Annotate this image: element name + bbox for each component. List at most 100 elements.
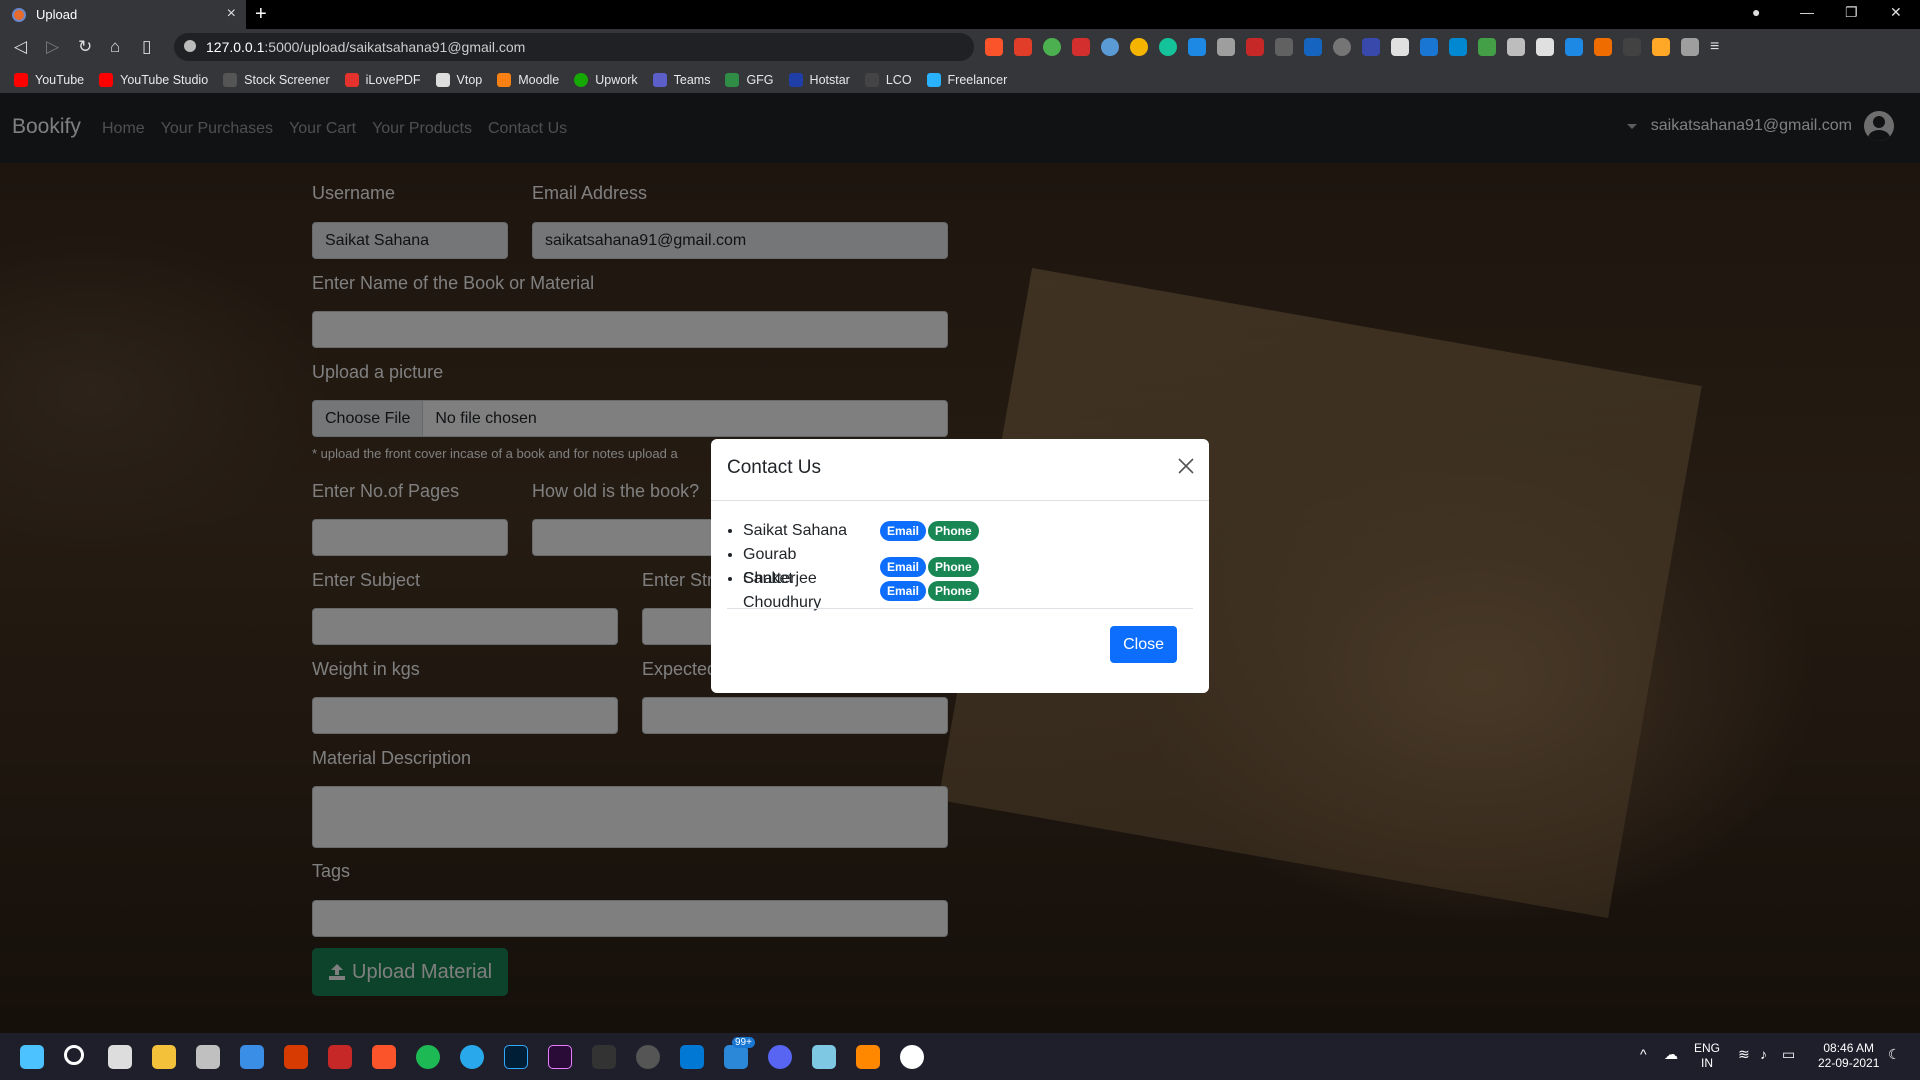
bookmark-youtube-studio[interactable]: YouTube Studio bbox=[99, 72, 208, 87]
onedrive-icon[interactable]: ☁ bbox=[1664, 1047, 1678, 1062]
mail-app-icon[interactable] bbox=[724, 1045, 748, 1069]
extension-icon[interactable] bbox=[1246, 38, 1264, 56]
email-badge[interactable]: Email bbox=[880, 521, 927, 541]
extension-icon[interactable] bbox=[1507, 38, 1525, 56]
extension-icon[interactable] bbox=[1362, 38, 1380, 56]
minimize-icon[interactable]: — bbox=[1800, 4, 1814, 20]
tab-upload[interactable]: Upload × bbox=[0, 0, 246, 29]
task-view-icon[interactable] bbox=[108, 1045, 132, 1069]
bookmark-youtube[interactable]: YouTube bbox=[14, 72, 84, 87]
phone-badge[interactable]: Phone bbox=[928, 521, 979, 541]
extension-icon[interactable] bbox=[1188, 38, 1206, 56]
extension-icon[interactable] bbox=[1217, 38, 1235, 56]
search-icon[interactable] bbox=[64, 1045, 84, 1065]
extension-icon[interactable] bbox=[1478, 38, 1496, 56]
spotify-icon[interactable] bbox=[416, 1045, 440, 1069]
bookmark-teams[interactable]: Teams bbox=[652, 72, 710, 87]
home-icon[interactable]: ⌂ bbox=[110, 37, 120, 57]
bookmark-upwork[interactable]: Upwork bbox=[574, 72, 638, 87]
bookmark-ilovepdf[interactable]: iLovePDF bbox=[344, 72, 421, 87]
bookmark-lco[interactable]: LCO bbox=[864, 72, 912, 87]
chevron-up-icon[interactable]: ^ bbox=[1640, 1047, 1647, 1062]
puzzle-icon[interactable] bbox=[1681, 38, 1699, 56]
extension-icon[interactable] bbox=[1623, 38, 1641, 56]
battery-icon[interactable]: ▭ bbox=[1782, 1047, 1795, 1062]
extension-icon[interactable] bbox=[1449, 38, 1467, 56]
obs-icon[interactable] bbox=[636, 1045, 660, 1069]
calculator-icon[interactable] bbox=[196, 1045, 220, 1069]
bookmark-vtop[interactable]: Vtop bbox=[435, 72, 482, 87]
bookmark-moodle[interactable]: Moodle bbox=[497, 72, 559, 87]
list-item: Gourab Chatterjee Email Phone bbox=[743, 543, 979, 587]
hotstar-icon bbox=[788, 72, 803, 87]
extension-icon[interactable] bbox=[1304, 38, 1322, 56]
app-icon[interactable] bbox=[328, 1045, 352, 1069]
bookmark-gfg[interactable]: GFG bbox=[725, 72, 774, 87]
wifi-icon[interactable]: ≋ bbox=[1738, 1047, 1750, 1062]
phone-badge[interactable]: Phone bbox=[928, 581, 979, 601]
brave-shield-icon[interactable] bbox=[985, 38, 1003, 56]
extension-icon[interactable] bbox=[1043, 38, 1061, 56]
extension-icon[interactable] bbox=[1072, 38, 1090, 56]
close-icon[interactable] bbox=[1177, 457, 1195, 475]
restore-icon[interactable]: ❐ bbox=[1845, 4, 1858, 21]
app-icon[interactable] bbox=[812, 1045, 836, 1069]
powerpoint-icon[interactable] bbox=[284, 1045, 308, 1069]
grammarly-icon[interactable] bbox=[1159, 38, 1177, 56]
gfg-icon bbox=[725, 72, 740, 87]
bookmark-hotstar[interactable]: Hotstar bbox=[788, 72, 850, 87]
app-icon[interactable] bbox=[900, 1045, 924, 1069]
brave-rewards-icon[interactable] bbox=[1014, 38, 1032, 56]
volume-icon[interactable]: ♪ bbox=[1760, 1047, 1767, 1062]
reload-icon[interactable]: ↻ bbox=[78, 37, 92, 57]
bookmark-stock-screener[interactable]: Stock Screener bbox=[223, 72, 330, 87]
extension-icon[interactable] bbox=[1101, 38, 1119, 56]
extension-icon[interactable] bbox=[1275, 38, 1293, 56]
list-item: Saikat Sahana Email Phone bbox=[743, 519, 979, 543]
extension-icon[interactable] bbox=[1420, 38, 1438, 56]
url-path: :5000/upload/saikatsahana91@gmail.com bbox=[264, 39, 526, 55]
telegram-icon[interactable] bbox=[460, 1045, 484, 1069]
back-icon[interactable]: ◁ bbox=[14, 37, 27, 57]
extension-icon[interactable] bbox=[1594, 38, 1612, 56]
file-explorer-icon[interactable] bbox=[152, 1045, 176, 1069]
clock[interactable]: 08:46 AM 22-09-2021 bbox=[1818, 1041, 1879, 1071]
contact-name: Saikat Sahana bbox=[743, 522, 848, 539]
contact-us-modal: Contact Us Saikat Sahana Email Phone Gou… bbox=[711, 439, 1209, 693]
premiere-icon[interactable] bbox=[548, 1045, 572, 1069]
forward-icon[interactable]: ▷ bbox=[46, 37, 59, 57]
tab-close-icon[interactable]: × bbox=[227, 5, 236, 23]
list-item: Sanket Choudhury Email Phone bbox=[743, 567, 979, 611]
lco-icon bbox=[864, 72, 879, 87]
brave-icon[interactable] bbox=[372, 1045, 396, 1069]
bookmark-freelancer[interactable]: Freelancer bbox=[926, 72, 1007, 87]
clock-date: 22-09-2021 bbox=[1818, 1056, 1880, 1070]
extension-icon[interactable] bbox=[1130, 38, 1148, 56]
extension-icon[interactable] bbox=[1391, 38, 1409, 56]
tab-strip: Upload × + ● — ❐ ✕ bbox=[0, 0, 1920, 29]
window-close-icon[interactable]: ✕ bbox=[1890, 4, 1902, 21]
start-icon[interactable] bbox=[20, 1045, 44, 1069]
translate-icon[interactable] bbox=[1565, 38, 1583, 56]
extensions-row: ≡ bbox=[985, 38, 1728, 56]
extension-icon[interactable] bbox=[1333, 38, 1351, 56]
extension-icon[interactable] bbox=[1536, 38, 1554, 56]
bookmark-icon[interactable]: ▯ bbox=[142, 37, 151, 57]
extension-icon[interactable] bbox=[1652, 38, 1670, 56]
mail-icon[interactable] bbox=[240, 1045, 264, 1069]
language-indicator[interactable]: ENG IN bbox=[1694, 1041, 1720, 1071]
menu-icon[interactable]: ≡ bbox=[1710, 38, 1728, 56]
stock-screener-icon bbox=[223, 72, 238, 87]
site-info-icon[interactable] bbox=[184, 40, 196, 52]
profile-icon[interactable]: ● bbox=[1752, 4, 1760, 20]
url-field[interactable]: 127.0.0.1:5000/upload/saikatsahana91@gma… bbox=[174, 33, 974, 61]
focus-assist-icon[interactable]: ☾ bbox=[1888, 1047, 1901, 1062]
vscode-icon[interactable] bbox=[680, 1045, 704, 1069]
photoshop-icon[interactable] bbox=[504, 1045, 528, 1069]
vlc-icon[interactable] bbox=[856, 1045, 880, 1069]
discord-icon[interactable] bbox=[768, 1045, 792, 1069]
new-tab-icon[interactable]: + bbox=[255, 3, 267, 26]
close-button[interactable]: Close bbox=[1110, 626, 1177, 663]
terminal-icon[interactable] bbox=[592, 1045, 616, 1069]
email-badge[interactable]: Email bbox=[880, 581, 927, 601]
